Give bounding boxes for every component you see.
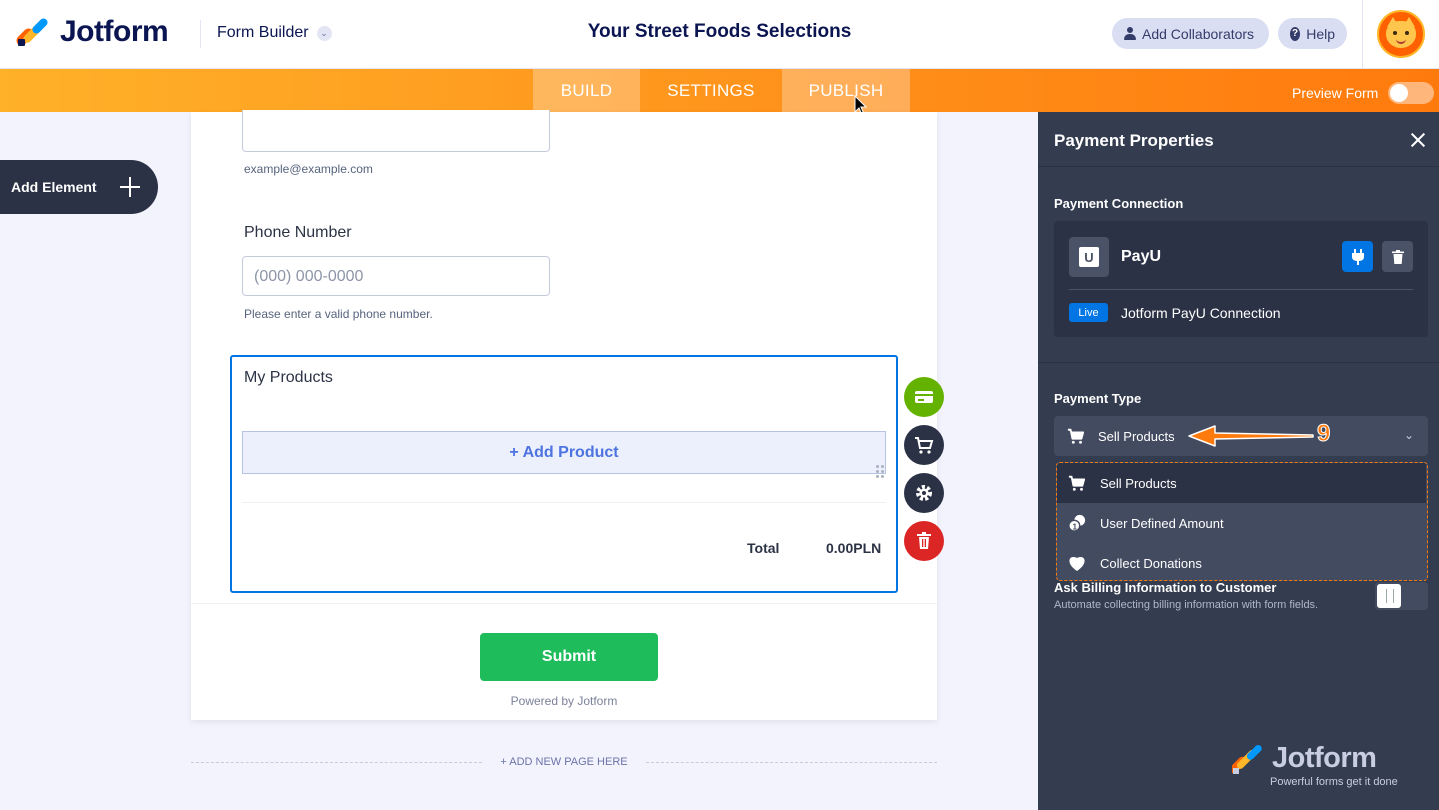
phone-field[interactable]: (000) 000-0000	[242, 256, 550, 296]
header-divider-right	[1362, 0, 1363, 69]
remove-connection-button[interactable]	[1382, 241, 1413, 272]
submit-button[interactable]: Submit	[480, 633, 658, 681]
phone-hint: Please enter a valid phone number.	[244, 307, 433, 321]
annotation-arrow-icon	[1188, 425, 1314, 447]
jotform-logo-icon	[14, 16, 50, 48]
panel-brand-name: Jotform	[1272, 741, 1377, 774]
panel-brand-tagline: Powerful forms get it done	[1270, 776, 1398, 788]
tab-build[interactable]: BUILD	[533, 69, 640, 112]
payment-type-options: Sell Products 1 User Defined Amount Coll…	[1056, 462, 1428, 581]
connection-divider	[1069, 289, 1413, 290]
billing-info-title: Ask Billing Information to Customer	[1054, 580, 1277, 595]
avatar-eye	[1393, 31, 1397, 35]
connection-name: Jotform PayU Connection	[1121, 305, 1281, 321]
user-icon	[1124, 27, 1136, 40]
add-element-button[interactable]: Add Element	[0, 160, 158, 214]
email-field[interactable]	[242, 110, 550, 152]
annotation-step-number: 9	[1316, 420, 1331, 448]
gateway-name: PayU	[1121, 248, 1162, 265]
drag-handle-icon[interactable]	[876, 465, 886, 481]
top-header: Jotform Form Builder ⌄ Your Street Foods…	[0, 0, 1439, 69]
payment-properties-panel: Payment Properties Payment Connection U …	[1038, 112, 1439, 810]
help-label: Help	[1306, 25, 1335, 42]
preview-form-label: Preview Form	[1292, 85, 1379, 101]
payment-connection-label: Payment Connection	[1054, 196, 1184, 211]
tab-publish[interactable]: PUBLISH	[782, 69, 910, 112]
dashed-divider	[191, 761, 483, 763]
form-builder-menu[interactable]: Form Builder ⌄	[217, 24, 332, 42]
phone-label: Phone Number	[244, 224, 352, 241]
trash-icon	[917, 532, 931, 549]
panel-divider	[1038, 362, 1439, 363]
credit-card-icon	[915, 391, 933, 403]
products-divider	[242, 502, 886, 503]
gear-icon	[916, 485, 932, 501]
form-builder-label: Form Builder	[217, 24, 309, 41]
email-hint: example@example.com	[244, 162, 373, 176]
phone-placeholder: (000) 000-0000	[254, 268, 364, 285]
preview-form-toggle[interactable]	[1388, 82, 1435, 104]
cart-icon	[1067, 428, 1085, 444]
add-collaborators-label: Add Collaborators	[1142, 25, 1255, 42]
payment-type-label: Payment Type	[1054, 391, 1142, 406]
payment-type-value: Sell Products	[1098, 428, 1175, 444]
option-user-defined-amount[interactable]: 1 User Defined Amount	[1057, 503, 1426, 543]
payment-connection-card: U PayU Live Jotform PayU Connection	[1054, 221, 1428, 337]
add-new-page: + ADD NEW PAGE HERE	[191, 755, 937, 769]
option-sell-products[interactable]: Sell Products	[1057, 463, 1426, 503]
billing-info-description: Automate collecting billing information …	[1054, 599, 1319, 611]
header-divider	[200, 20, 201, 48]
svg-text:1: 1	[1073, 522, 1078, 531]
add-collaborators-button[interactable]: Add Collaborators	[1112, 18, 1269, 49]
powered-by: Powered by Jotform	[510, 694, 618, 708]
tab-settings[interactable]: SETTINGS	[640, 69, 782, 112]
close-icon[interactable]	[1409, 131, 1427, 149]
option-collect-donations[interactable]: Collect Donations	[1057, 543, 1426, 580]
payu-logo-icon: U	[1069, 237, 1109, 277]
builder-nav-bar: BUILD SETTINGS PUBLISH Preview Form	[0, 69, 1439, 112]
panel-header: Payment Properties	[1038, 112, 1439, 167]
add-new-page-link[interactable]: + ADD NEW PAGE HERE	[500, 756, 627, 768]
delete-field-button[interactable]	[904, 521, 944, 561]
help-button[interactable]: ? Help	[1278, 18, 1347, 49]
total-label: Total	[747, 540, 780, 556]
preview-form-control: Preview Form	[1292, 82, 1435, 104]
coins-icon: 1	[1068, 514, 1086, 532]
products-title: My Products	[244, 369, 333, 386]
products-cart-button[interactable]	[904, 425, 944, 465]
chevron-down-icon: ⌄	[316, 25, 332, 41]
add-product-button[interactable]: + Add Product	[242, 431, 886, 474]
avatar[interactable]	[1377, 10, 1425, 58]
cart-icon	[1068, 475, 1086, 491]
question-icon: ?	[1290, 26, 1301, 41]
billing-info-toggle[interactable]	[1375, 582, 1428, 610]
add-element-label: Add Element	[11, 179, 97, 195]
option-label: Sell Products	[1100, 475, 1177, 491]
plus-icon	[118, 175, 142, 199]
panel-brand: Jotform	[1232, 741, 1377, 775]
connect-button[interactable]	[1342, 241, 1373, 272]
brand-name: Jotform	[60, 15, 169, 48]
jotform-logo-icon	[1232, 744, 1262, 774]
dashed-divider	[645, 761, 937, 763]
trash-icon	[1391, 249, 1404, 264]
form-title[interactable]: Your Street Foods Selections	[588, 21, 852, 42]
payment-card-button[interactable]	[904, 377, 944, 417]
chevron-down-icon: ⌄	[1404, 428, 1415, 442]
heart-icon	[1069, 557, 1085, 571]
panel-title: Payment Properties	[1054, 131, 1214, 150]
form-canvas: example@example.com Phone Number (000) 0…	[191, 110, 937, 720]
field-settings-button[interactable]	[904, 473, 944, 513]
plug-icon	[1351, 248, 1364, 265]
total-value: 0.00PLN	[826, 540, 882, 556]
option-label: User Defined Amount	[1100, 515, 1224, 531]
products-field[interactable]: My Products + Add Product Total 0.00PLN	[230, 355, 898, 593]
jotform-logo[interactable]: Jotform	[14, 15, 169, 49]
card-divider	[191, 603, 937, 604]
cart-icon	[915, 437, 934, 454]
status-badge: Live	[1069, 303, 1108, 322]
avatar-eye	[1405, 31, 1409, 35]
option-label: Collect Donations	[1100, 555, 1202, 571]
